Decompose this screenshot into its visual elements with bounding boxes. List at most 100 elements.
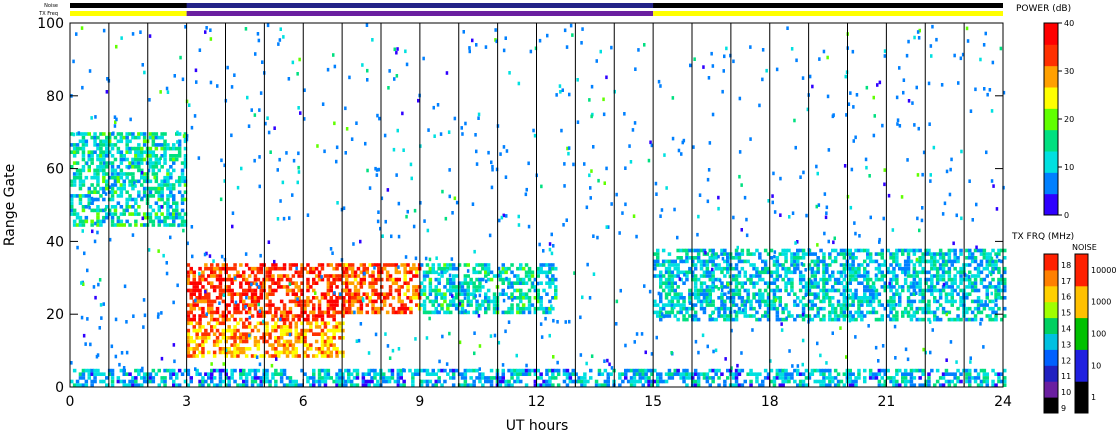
power-cell — [194, 367, 197, 371]
power-cell — [362, 266, 366, 271]
power-cell — [244, 332, 249, 336]
power-cell — [391, 306, 396, 311]
power-cell — [725, 46, 728, 51]
power-cell — [163, 150, 167, 154]
power-cell — [661, 306, 666, 311]
power-cell — [696, 277, 701, 282]
power-cell — [638, 368, 642, 373]
power-cell — [256, 347, 261, 351]
power-cell — [842, 266, 847, 271]
power-cell — [469, 376, 473, 380]
power-cell — [173, 359, 176, 364]
power-cell — [450, 257, 454, 261]
power-cell — [941, 383, 946, 387]
power-cell — [175, 376, 179, 380]
power-cell — [1003, 266, 1007, 271]
power-cell — [227, 379, 231, 384]
power-cell — [267, 240, 271, 244]
power-cell — [116, 379, 121, 384]
power-cell — [72, 59, 75, 64]
power-cell — [268, 379, 272, 384]
power-cell — [618, 372, 622, 376]
power-cell — [895, 95, 899, 100]
power-cell — [682, 303, 686, 307]
power-cell — [749, 277, 753, 282]
power-cell — [832, 240, 835, 245]
power-cell — [881, 344, 885, 348]
power-cell — [194, 68, 198, 73]
power-cell — [717, 368, 721, 373]
power-cell — [84, 215, 89, 220]
power-cell — [345, 266, 349, 271]
power-cell — [451, 303, 456, 307]
power-cell — [297, 165, 300, 170]
power-cell — [402, 148, 405, 152]
power-cell — [110, 168, 114, 172]
power-cell — [749, 274, 753, 278]
power-cell — [233, 276, 237, 280]
power-cell — [218, 281, 223, 285]
power-cell — [212, 259, 215, 263]
power-cell — [864, 157, 868, 162]
power-cell — [96, 146, 100, 151]
power-cell — [212, 270, 217, 275]
power-cell — [460, 303, 465, 307]
power-cell — [96, 175, 100, 180]
power-cell — [239, 376, 243, 380]
power-cell — [80, 281, 83, 285]
power-cell — [105, 383, 109, 387]
power-cell — [288, 325, 293, 329]
power-cell — [320, 321, 325, 326]
power-cell — [501, 368, 505, 373]
power-cell — [261, 60, 264, 64]
power-cell — [906, 252, 911, 256]
power-cell — [815, 164, 818, 169]
power-cell — [941, 277, 946, 282]
power-cell — [90, 219, 94, 224]
power-cell — [982, 345, 985, 349]
power-cell — [244, 339, 249, 344]
power-cell — [81, 183, 86, 187]
power-cell — [373, 266, 376, 270]
power-cell — [366, 68, 369, 73]
power-cell — [895, 259, 899, 264]
power-cell — [749, 306, 753, 311]
power-cell — [530, 303, 535, 307]
power-cell — [732, 300, 735, 304]
power-cell — [182, 134, 186, 138]
power-cell — [568, 92, 571, 97]
power-cell — [75, 212, 80, 216]
power-cell — [833, 310, 838, 315]
power-cell — [329, 354, 333, 358]
power-cell — [116, 219, 121, 224]
power-cell — [212, 288, 217, 293]
power-cell — [872, 133, 876, 138]
power-cell — [714, 372, 718, 376]
power-cell — [731, 292, 736, 296]
power-cell — [282, 347, 287, 351]
power-cell — [134, 201, 138, 205]
power-cell — [737, 306, 742, 311]
power-cell — [828, 277, 832, 282]
power-cell — [656, 379, 660, 384]
power-cell — [970, 310, 975, 315]
power-cell — [212, 332, 217, 336]
power-cell — [96, 190, 100, 194]
power-cell — [96, 197, 100, 202]
power-cell — [561, 88, 564, 92]
power-cell — [96, 165, 100, 169]
power-cell — [443, 379, 447, 384]
power-cell — [96, 212, 100, 216]
power-cell — [96, 172, 100, 176]
power-cell — [877, 292, 882, 296]
power-cell — [927, 376, 931, 380]
power-cell — [956, 314, 960, 318]
power-cell — [151, 165, 156, 169]
power-cell — [397, 347, 401, 351]
power-cell — [84, 383, 89, 387]
power-cell — [437, 272, 441, 276]
power-cell — [244, 281, 249, 285]
power-cell — [828, 372, 832, 376]
power-cell — [602, 112, 606, 117]
power-cell — [233, 379, 237, 384]
